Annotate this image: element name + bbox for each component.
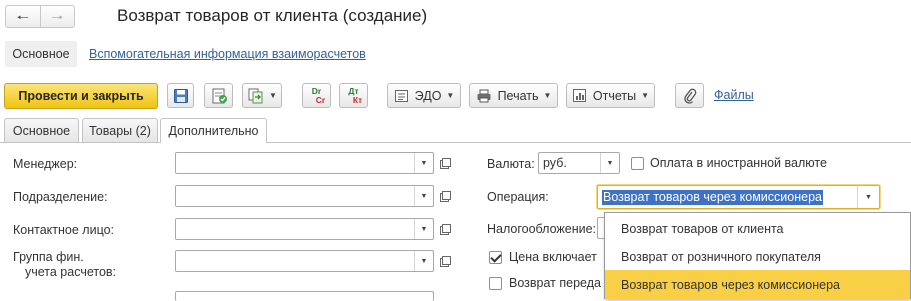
arrow-left-icon: 🠐: [16, 8, 29, 25]
tab-goods[interactable]: Товары (2): [82, 118, 158, 142]
dr-cr-button[interactable]: Dr Cr: [302, 83, 331, 108]
open-form-icon: [440, 223, 451, 235]
group-label-line1: Группа фин.: [13, 250, 84, 264]
price-includes-label: Цена включает: [509, 250, 597, 264]
chevron-down-icon[interactable]: ▼: [414, 251, 433, 271]
manager-field[interactable]: ▼: [175, 152, 434, 174]
contact-open-button[interactable]: [436, 219, 455, 239]
post-and-close-button[interactable]: Провести и закрыть: [4, 83, 158, 109]
return-transfer-checkbox[interactable]: [489, 277, 502, 290]
edo-icon: [394, 89, 409, 103]
chevron-down-icon: ▼: [543, 91, 552, 100]
operation-field[interactable]: Возврат товаров через комиссионера ▼: [597, 185, 880, 209]
chevron-down-icon[interactable]: ▼: [414, 186, 433, 206]
cr-label: Cr: [315, 94, 326, 105]
tab-additional[interactable]: Дополнительно: [160, 118, 267, 143]
nav-main-item[interactable]: Основное: [5, 41, 77, 67]
currency-value: руб.: [543, 156, 567, 170]
paperclip-icon: [683, 88, 697, 104]
reports-icon: [572, 88, 587, 103]
reports-button[interactable]: Отчеты ▼: [566, 83, 655, 108]
print-button[interactable]: Печать ▼: [469, 83, 558, 108]
history-nav: 🠐 🠒: [5, 5, 75, 28]
kt-label: Кт: [352, 94, 363, 105]
group-open-button[interactable]: [436, 251, 455, 271]
operation-label: Операция:: [487, 190, 549, 204]
post-button[interactable]: [204, 83, 233, 108]
foreign-currency-checkbox[interactable]: [631, 157, 644, 170]
chevron-down-icon[interactable]: ▼: [414, 153, 433, 173]
next-field[interactable]: [175, 291, 434, 301]
create-based-on-button[interactable]: ▼: [242, 83, 282, 108]
document-post-icon: [210, 87, 228, 105]
chevron-down-icon[interactable]: ▼: [857, 186, 879, 208]
tab-divider: [0, 142, 911, 143]
department-label: Подразделение:: [13, 190, 108, 204]
chevron-down-icon: ▼: [446, 91, 455, 100]
window-title: Возврат товаров от клиента (создание): [117, 6, 428, 25]
arrow-right-icon: 🠒: [51, 8, 64, 25]
return-transfer-label: Возврат переда: [509, 276, 601, 290]
edo-label: ЭДО: [414, 88, 442, 103]
print-label: Печать: [497, 88, 539, 103]
chevron-down-icon[interactable]: ▼: [600, 153, 619, 173]
operation-option-client-return[interactable]: Возврат товаров от клиента: [605, 214, 910, 243]
price-includes-checkbox[interactable]: [489, 251, 502, 264]
foreign-currency-label: Оплата в иностранной валюте: [650, 156, 827, 170]
nav-settlements-link[interactable]: Вспомогательная информация взаиморасчето…: [89, 47, 366, 61]
chevron-down-icon[interactable]: ▼: [414, 219, 433, 239]
files-link[interactable]: Файлы: [714, 88, 754, 102]
operation-option-retail-return[interactable]: Возврат от розничного покупателя: [605, 242, 910, 271]
create-based-on-icon: [247, 87, 264, 104]
group-field[interactable]: ▼: [175, 250, 434, 272]
operation-value: Возврат товаров через комиссионера: [602, 190, 823, 205]
manager-open-button[interactable]: [436, 153, 455, 173]
edo-button[interactable]: ЭДО ▼: [387, 83, 461, 108]
reports-label: Отчеты: [592, 88, 637, 103]
back-button[interactable]: 🠐: [6, 6, 41, 27]
chevron-down-icon: ▼: [641, 91, 650, 100]
tab-main[interactable]: Основное: [4, 118, 79, 142]
operation-dropdown: Возврат товаров от клиента Возврат от ро…: [604, 212, 911, 299]
currency-field[interactable]: руб. ▼: [538, 152, 620, 174]
taxation-label: Налогообложение:: [487, 222, 597, 236]
open-form-icon: [440, 190, 451, 202]
department-open-button[interactable]: [436, 186, 455, 206]
forward-button[interactable]: 🠒: [41, 6, 75, 27]
contact-field[interactable]: ▼: [175, 218, 434, 240]
printer-icon: [476, 89, 492, 103]
save-button[interactable]: [167, 83, 194, 108]
manager-label: Менеджер:: [13, 157, 78, 171]
chevron-down-icon: ▼: [269, 91, 277, 100]
operation-option-commission-return[interactable]: Возврат товаров через комиссионера: [605, 270, 910, 299]
department-field[interactable]: ▼: [175, 185, 434, 207]
open-form-icon: [440, 157, 451, 169]
attach-button[interactable]: [675, 83, 704, 108]
floppy-disk-icon: [173, 88, 189, 104]
group-label-line2: учета расчетов:: [25, 265, 117, 279]
contact-label: Контактное лицо:: [13, 223, 115, 237]
currency-label: Валюта:: [487, 157, 535, 171]
dt-kt-button[interactable]: Дт Кт: [339, 83, 368, 108]
open-form-icon: [440, 255, 451, 267]
